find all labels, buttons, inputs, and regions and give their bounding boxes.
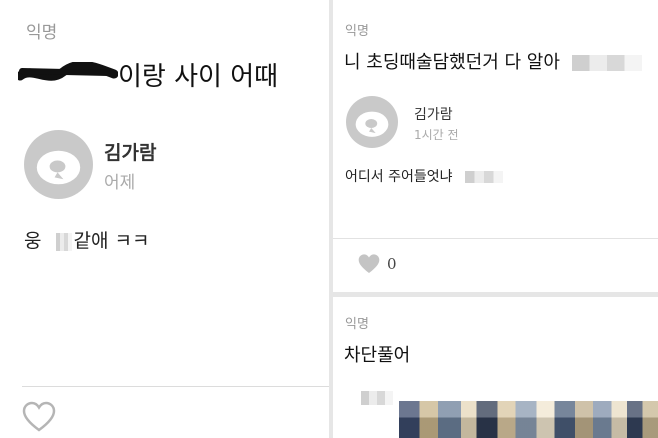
anonymous-label: 익명	[345, 24, 369, 39]
post-title: 차단풀어	[344, 345, 411, 366]
commenter-name[interactable]: 김가람	[414, 104, 453, 124]
comment-time: 어제	[104, 173, 136, 193]
commenter-avatar[interactable]	[24, 130, 93, 199]
like-button[interactable]	[22, 401, 56, 437]
like-button[interactable]	[357, 253, 381, 279]
right-bottom-post-card: 익명 차단풀어	[333, 297, 658, 438]
pixelated-redaction	[55, 232, 72, 251]
post-title-text: 이랑 사이 어때	[118, 62, 279, 92]
anonymous-label: 익명	[26, 23, 58, 43]
commenter-name[interactable]: 김가람	[104, 138, 156, 165]
comment-text-end: 같애 ㅋㅋ	[73, 230, 150, 252]
left-post-card: 익명 이랑 사이 어때 김가람 어제 웅 같애 ㅋㅋ	[0, 0, 329, 438]
heart-outline-icon	[22, 401, 56, 432]
comment-text: 어디서 주어들엇냐	[345, 166, 503, 186]
right-top-post-card: 익명 니 초딩때술담했던거 다 알아 김가람 1시간 전 어디서 주어들엇냐 0	[333, 0, 658, 292]
divider	[22, 386, 329, 387]
comment-text-body: 어디서 주어들엇냐	[345, 169, 453, 185]
pixelated-redaction	[361, 387, 393, 406]
pixelated-redaction	[464, 171, 503, 183]
comment-text: 웅 같애 ㅋㅋ	[24, 226, 150, 253]
panda-avatar-icon	[36, 150, 81, 185]
post-title-text: 니 초딩때술담했던거 다 알아	[344, 52, 560, 73]
like-count: 0	[387, 255, 397, 273]
comment-time: 1시간 전	[414, 128, 459, 142]
redacted-name-scribble	[15, 60, 119, 93]
panda-avatar-icon	[355, 111, 389, 137]
anonymous-label: 익명	[345, 317, 369, 332]
heart-filled-icon	[358, 254, 380, 273]
pixelated-image-redaction	[399, 401, 658, 438]
comment-text-start: 웅	[24, 230, 42, 252]
commenter-avatar[interactable]	[346, 96, 398, 148]
post-title: 이랑 사이 어때	[15, 56, 279, 93]
pixelated-redaction	[571, 55, 642, 71]
post-title: 니 초딩때술담했던거 다 알아	[344, 48, 642, 74]
divider	[333, 238, 658, 239]
